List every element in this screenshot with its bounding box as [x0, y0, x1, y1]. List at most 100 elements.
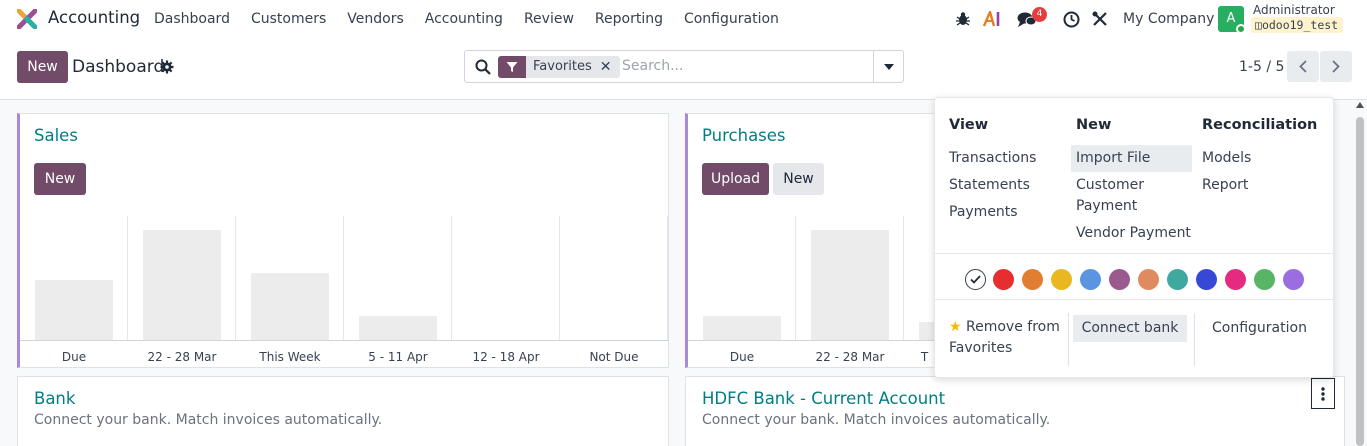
ai-icon[interactable]: [983, 0, 1003, 38]
sales-tick-label: Due: [61, 350, 87, 364]
sales-bar-chart[interactable]: Due 22 - 28 Mar This Week 5 - 11 Apr 12 - 18…: [20, 216, 669, 366]
menu-vendors[interactable]: Vendors: [347, 11, 403, 27]
company-switcher[interactable]: My Company: [1123, 11, 1214, 27]
sales-tick-label: Not Due: [589, 350, 639, 364]
view-statements[interactable]: Statements: [949, 175, 1030, 196]
sales-bar[interactable]: [143, 230, 221, 340]
bank-title[interactable]: Bank: [34, 389, 75, 408]
search-icon[interactable]: [475, 59, 491, 79]
bug-icon[interactable]: [955, 0, 971, 38]
star-icon: ★: [949, 319, 962, 335]
reconciliation-models[interactable]: Models: [1202, 148, 1251, 169]
color-none-swatch[interactable]: [965, 269, 986, 290]
sales-tick-label: 12 - 18 Apr: [472, 350, 540, 364]
sales-bar[interactable]: [251, 273, 329, 340]
color-swatch[interactable]: [993, 269, 1014, 290]
search-options-toggle[interactable]: [873, 51, 904, 82]
menu-dashboard[interactable]: Dashboard: [154, 11, 230, 27]
color-swatch[interactable]: [1254, 269, 1275, 290]
new-button[interactable]: New: [17, 51, 68, 83]
filter-icon: [498, 56, 526, 78]
color-swatch[interactable]: [1022, 269, 1043, 290]
bank-subtitle: Connect your bank. Match invoices automa…: [34, 412, 383, 428]
color-swatch[interactable]: [1051, 269, 1072, 290]
kebab-menu-icon: [1321, 386, 1325, 401]
color-swatch[interactable]: [1080, 269, 1101, 290]
color-swatch[interactable]: [1167, 269, 1188, 290]
sales-bar[interactable]: [359, 316, 437, 340]
scroll-up-icon[interactable]: [1355, 101, 1365, 109]
journal-options-dropdown: View Transactions Statements Payments Ne…: [934, 97, 1334, 378]
divider: [1068, 313, 1069, 366]
card-options-button[interactable]: [1311, 378, 1335, 409]
control-panel: New Dashboard Favorites ✕ Search... 1-5 …: [0, 38, 1367, 100]
breadcrumb: Dashboard: [72, 57, 165, 77]
bank-journal-card: Bank Connect your bank. Match invoices a…: [17, 376, 669, 446]
purchases-bar[interactable]: [703, 316, 781, 340]
database-icon: ◫: [1255, 18, 1262, 32]
menu-accounting[interactable]: Accounting: [425, 11, 503, 27]
app-name[interactable]: Accounting: [48, 8, 140, 27]
purchases-title[interactable]: Purchases: [702, 126, 786, 145]
color-swatch[interactable]: [1283, 269, 1304, 290]
scrollbar-thumb[interactable]: [1356, 117, 1364, 446]
remove-line2: Favorites: [949, 340, 1013, 356]
search-input[interactable]: Search...: [622, 58, 683, 74]
menu-configuration[interactable]: Configuration: [684, 11, 779, 27]
purchases-baseline: [688, 340, 945, 341]
reconciliation-report[interactable]: Report: [1202, 175, 1248, 196]
new-vendor-payment[interactable]: Vendor Payment: [1076, 223, 1191, 244]
purchases-bar[interactable]: [811, 230, 889, 340]
color-swatch[interactable]: [1109, 269, 1130, 290]
color-swatch[interactable]: [1138, 269, 1159, 290]
customer-payment-line2: Payment: [1076, 198, 1138, 214]
sales-bar[interactable]: [35, 280, 113, 340]
configuration-link[interactable]: Configuration: [1212, 318, 1307, 339]
menu-customers[interactable]: Customers: [251, 11, 326, 27]
upload-button[interactable]: Upload: [702, 163, 769, 195]
hdfc-title[interactable]: HDFC Bank - Current Account: [702, 389, 945, 408]
facet-remove-icon[interactable]: ✕: [599, 56, 620, 78]
status-online-icon: [1236, 24, 1246, 34]
reconciliation-header: Reconciliation: [1202, 117, 1318, 133]
pager-previous-button[interactable]: [1287, 51, 1319, 82]
tools-icon[interactable]: [1092, 0, 1108, 38]
menu-reporting[interactable]: Reporting: [595, 11, 663, 27]
remove-from-favorites[interactable]: ★ Remove from Favorites: [949, 317, 1060, 359]
purchases-tick-label: Due: [729, 350, 755, 364]
database-name-text: odoo19_test: [1261, 18, 1339, 32]
new-customer-payment[interactable]: Customer Payment: [1076, 175, 1144, 217]
new-header: New: [1076, 117, 1112, 133]
sales-journal-card: Sales New Due 22 - 28 Mar This Week 5 - 11 …: [17, 113, 669, 368]
color-swatch[interactable]: [1225, 269, 1246, 290]
sales-gridline: [452, 216, 560, 340]
gear-icon[interactable]: [160, 59, 174, 78]
user-name[interactable]: Administrator: [1253, 3, 1335, 17]
color-swatch[interactable]: [1196, 269, 1217, 290]
new-import-file[interactable]: Import File: [1071, 145, 1192, 172]
purchases-bar-chart[interactable]: Due 22 - 28 Mar T: [688, 216, 945, 366]
menu-review[interactable]: Review: [524, 11, 574, 27]
divider: [1194, 313, 1195, 366]
sales-baseline: [20, 340, 669, 341]
facet-label: Favorites: [526, 56, 600, 78]
pager-value[interactable]: 1-5 / 5: [1239, 59, 1284, 75]
purchases-new-button[interactable]: New: [773, 163, 824, 195]
view-payments[interactable]: Payments: [949, 202, 1018, 223]
favorites-facet: Favorites ✕: [498, 56, 620, 78]
customer-payment-line1: Customer: [1076, 177, 1145, 193]
hdfc-subtitle: Connect your bank. Match invoices automa…: [702, 412, 1051, 428]
pager-next-button[interactable]: [1320, 51, 1352, 82]
clock-icon[interactable]: [1063, 0, 1080, 38]
sales-new-button[interactable]: New: [34, 163, 86, 195]
hdfc-journal-card: HDFC Bank - Current Account Connect your…: [685, 376, 1345, 446]
sales-title[interactable]: Sales: [34, 126, 78, 145]
sales-tick-label: This Week: [259, 350, 321, 364]
sales-tick-label: 5 - 11 Apr: [368, 350, 428, 364]
top-navbar: Accounting Dashboard Customers Vendors A…: [0, 0, 1367, 38]
purchases-tick-label: 22 - 28 Mar: [815, 350, 885, 364]
view-transactions[interactable]: Transactions: [949, 148, 1036, 169]
chevron-left-icon: [1299, 60, 1307, 73]
accounting-app-icon[interactable]: [17, 9, 37, 29]
connect-bank-button[interactable]: Connect bank: [1073, 315, 1187, 342]
